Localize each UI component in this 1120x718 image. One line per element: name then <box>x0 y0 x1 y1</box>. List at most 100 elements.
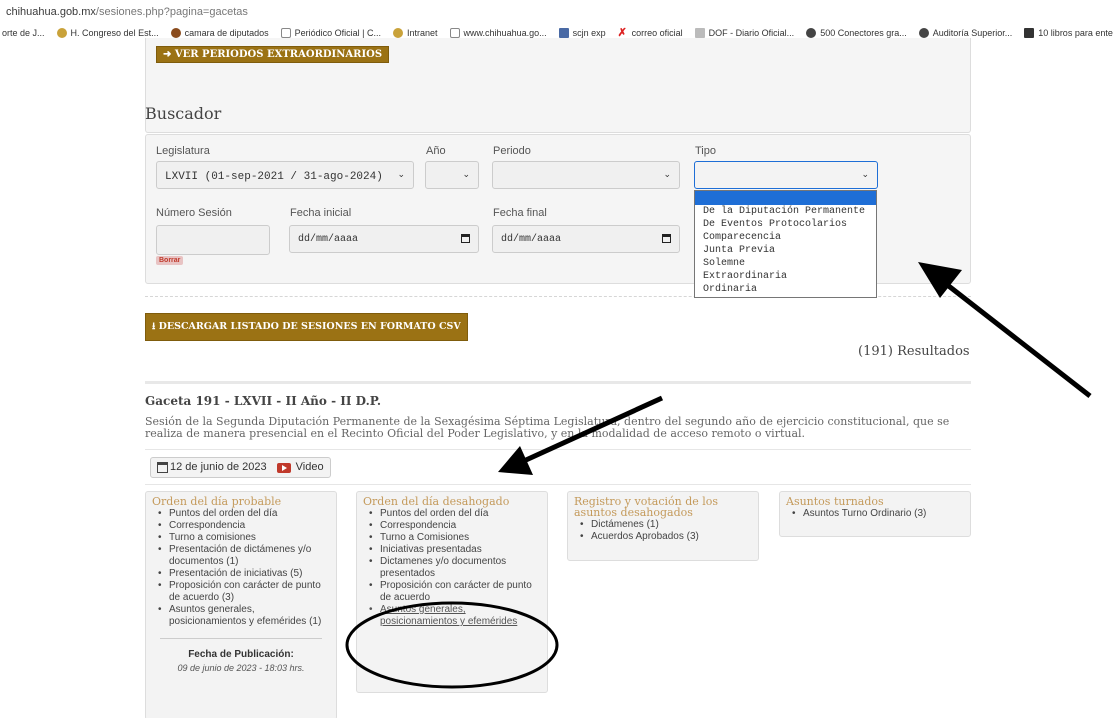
list-item[interactable]: Correspondencia <box>152 520 330 532</box>
list-item[interactable]: Proposición con carácter de punto de acu… <box>363 580 541 604</box>
card-orden-desahogado: Orden del día desahogado Puntos del orde… <box>356 491 548 693</box>
divider <box>160 638 322 639</box>
tipo-select[interactable]: ⌄ <box>694 161 878 189</box>
tipo-option[interactable]: Comparecencia <box>695 231 876 244</box>
tipo-dropdown-list[interactable]: De la Diputación Permanente De Eventos Pr… <box>694 190 877 298</box>
bookmark-item[interactable]: www.chihuahua.go... <box>449 28 547 38</box>
congress-icon <box>56 28 67 38</box>
card-asuntos-turnados: Asuntos turnados Asuntos Turno Ordinario… <box>779 491 971 537</box>
card-list: Asuntos Turno Ordinario (3) <box>786 508 964 520</box>
bookmark-label: orte de J... <box>2 28 45 38</box>
tipo-option[interactable]: Junta Previa <box>695 244 876 257</box>
x-icon: ✗ <box>617 27 627 39</box>
periodo-select[interactable]: ⌄ <box>492 161 680 189</box>
bookmark-label: 10 libros para ente <box>1038 28 1113 38</box>
borrar-button[interactable]: Borrar <box>156 256 184 265</box>
tipo-option[interactable]: Ordinaria <box>695 283 876 296</box>
legislatura-value: LXVII (01-sep-2021 / 31-ago-2024) <box>165 171 383 183</box>
tipo-option[interactable]: De Eventos Protocolarios <box>695 218 876 231</box>
list-item[interactable]: Iniciativas presentadas <box>363 544 541 556</box>
chevron-down-icon: ⌄ <box>663 170 671 180</box>
url-host: chihuahua.gob.mx <box>6 6 96 18</box>
bookmark-item[interactable]: Periódico Oficial | C... <box>280 28 381 38</box>
card-list: Puntos del orden del día Correspondencia… <box>152 508 330 628</box>
arrow-right-icon: ➜ <box>163 49 175 60</box>
descargar-csv-button[interactable]: ⭳ DESCARGAR LISTADO DE SESIONES EN FORMA… <box>145 313 468 341</box>
list-item[interactable]: Presentación de dictámenes y/o documento… <box>152 544 330 568</box>
list-item[interactable]: Correspondencia <box>363 520 541 532</box>
tipo-option[interactable]: Solemne <box>695 257 876 270</box>
fecha-final-placeholder: dd/mm/aaaa <box>501 234 562 245</box>
scjn-icon <box>558 28 569 38</box>
list-item[interactable]: Turno a Comisiones <box>363 532 541 544</box>
card-title: Orden del día probable <box>152 495 282 508</box>
tipo-option[interactable]: Extraordinaria <box>695 270 876 283</box>
bookmark-item[interactable]: 10 libros para ente <box>1024 28 1113 38</box>
list-item[interactable]: Turno a comisiones <box>152 532 330 544</box>
card-list: Puntos del orden del día Correspondencia… <box>363 508 541 628</box>
bookmark-item[interactable]: scjn exp <box>558 28 606 38</box>
list-item[interactable]: Asuntos Turno Ordinario (3) <box>786 508 964 520</box>
card-list: Dictámenes (1) Acuerdos Aprobados (3) <box>574 519 752 543</box>
anio-select[interactable]: ⌄ <box>425 161 479 189</box>
divider <box>145 381 971 384</box>
list-item[interactable]: Dictamenes y/o documentos presentados <box>363 556 541 580</box>
chevron-down-icon: ⌄ <box>462 170 470 180</box>
book-icon <box>1024 28 1035 38</box>
list-item-asuntos-generales-link[interactable]: Asuntos generales, posicionamientos y ef… <box>363 604 541 628</box>
descargar-csv-label: DESCARGAR LISTADO DE SESIONES EN FORMATO… <box>158 321 461 332</box>
gaceta-title: Gaceta 191 - LXVII - II Año - II D.P. <box>145 394 382 408</box>
bookmark-item[interactable]: DOF - Diario Oficial... <box>694 28 794 38</box>
card-registro-votacion: Registro y votación de los asuntos desah… <box>567 491 759 561</box>
legislatura-label: Legislatura <box>156 145 210 157</box>
bookmark-label: Auditoría Superior... <box>932 28 1013 38</box>
card-orden-probable: Orden del día probable Puntos del orden … <box>145 491 337 718</box>
bookmark-item[interactable]: 500 Conectores gra... <box>806 28 907 38</box>
fecha-inicial-input[interactable]: dd/mm/aaaa <box>289 225 479 253</box>
results-count: (191) Resultados <box>858 344 970 359</box>
fecha-final-input[interactable]: dd/mm/aaaa <box>492 225 680 253</box>
page-content: ➜ VER PERIODOS EXTRAORDINARIOS Buscador … <box>0 38 1120 718</box>
divider <box>145 449 971 450</box>
card-title: Registro y votación de los asuntos desah… <box>574 495 719 519</box>
tipo-option[interactable]: De la Diputación Permanente <box>695 205 876 218</box>
shield-icon <box>280 28 291 38</box>
bookmark-item[interactable]: H. Congreso del Est... <box>56 28 159 38</box>
list-item[interactable]: Acuerdos Aprobados (3) <box>574 531 752 543</box>
publication-label: Fecha de Publicación: <box>188 649 294 660</box>
fecha-inicial-placeholder: dd/mm/aaaa <box>298 234 359 245</box>
numero-sesion-input[interactable] <box>156 225 270 255</box>
legislatura-select[interactable]: LXVII (01-sep-2021 / 31-ago-2024) ⌄ <box>156 161 414 189</box>
periodos-panel: ➜ VER PERIODOS EXTRAORDINARIOS <box>145 38 971 133</box>
list-item[interactable]: Puntos del orden del día <box>363 508 541 520</box>
list-item[interactable]: Puntos del orden del día <box>152 508 330 520</box>
bookmark-label: H. Congreso del Est... <box>70 28 159 38</box>
list-item[interactable]: Proposición con carácter de punto de acu… <box>152 580 330 604</box>
calendar-icon[interactable] <box>461 234 470 243</box>
chevron-down-icon: ⌄ <box>397 170 405 180</box>
bookmark-label: scjn exp <box>572 28 606 38</box>
list-item[interactable]: Asuntos generales, posicionamientos y ef… <box>152 604 330 628</box>
tipo-option-blank[interactable] <box>695 191 876 205</box>
anio-label: Año <box>426 145 446 157</box>
calendar-icon[interactable] <box>662 234 671 243</box>
gaceta-date[interactable]: 12 de junio de 2023 <box>170 461 267 477</box>
bookmark-label: 500 Conectores gra... <box>820 28 907 38</box>
bookmark-item[interactable]: camara de diputados <box>170 28 269 38</box>
divider <box>145 484 971 485</box>
ver-periodos-button[interactable]: ➜ VER PERIODOS EXTRAORDINARIOS <box>156 46 390 63</box>
bookmark-item[interactable]: orte de J... <box>2 28 45 38</box>
congress-icon <box>393 28 404 38</box>
bookmark-item[interactable]: Auditoría Superior... <box>918 28 1013 38</box>
publication-date: 09 de junio de 2023 - 18:03 hrs. <box>177 663 305 673</box>
gaceta-date-video-group: 12 de junio de 2023 Video <box>150 457 331 478</box>
video-link[interactable]: Video <box>296 461 324 477</box>
list-item[interactable]: Dictámenes (1) <box>574 519 752 531</box>
bookmark-label: www.chihuahua.go... <box>463 28 547 38</box>
fecha-inicial-label: Fecha inicial <box>290 207 352 219</box>
list-item[interactable]: Presentación de iniciativas (5) <box>152 568 330 580</box>
chevron-down-icon: ⌄ <box>861 170 869 180</box>
bookmark-item[interactable]: ✗ correo oficial <box>617 27 683 39</box>
address-bar[interactable]: chihuahua.gob.mx/sesiones.php?pagina=gac… <box>0 0 1120 20</box>
bookmark-item[interactable]: Intranet <box>393 28 438 38</box>
